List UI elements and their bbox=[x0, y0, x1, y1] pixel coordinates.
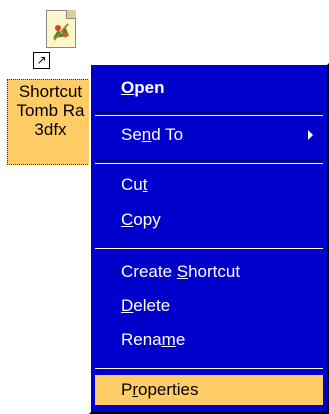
context-menu: Open Send To Cut Copy Create Shortcut De… bbox=[89, 63, 329, 414]
menu-item-mnemonic: O bbox=[121, 78, 135, 97]
menu-item-label: operties bbox=[138, 380, 199, 399]
menu-item-mnemonic: m bbox=[161, 330, 176, 349]
menu-item-label: Cu bbox=[121, 175, 143, 194]
menu-item-delete[interactable]: Delete bbox=[95, 291, 323, 321]
menu-item-copy[interactable]: Copy bbox=[95, 205, 323, 235]
menu-item-label: e bbox=[175, 330, 186, 349]
desktop-shortcut-icon[interactable]: ↗ Shortcut Tomb Ra 3dfx bbox=[0, 0, 95, 175]
menu-item-mnemonic: S bbox=[176, 262, 189, 281]
menu-item-send-to[interactable]: Send To bbox=[95, 120, 323, 150]
icon-label-line: 3dfx bbox=[34, 120, 67, 139]
menu-item-label: hortcut bbox=[188, 262, 241, 281]
menu-item-properties[interactable]: Properties bbox=[95, 375, 323, 405]
menu-item-mnemonic: t bbox=[142, 175, 148, 194]
menu-separator bbox=[95, 160, 323, 164]
menu-item-mnemonic: C bbox=[121, 210, 134, 229]
menu-item-rename[interactable]: Rename bbox=[95, 325, 323, 355]
menu-item-open[interactable]: Open bbox=[95, 73, 323, 103]
menu-item-create-shortcut[interactable]: Create Shortcut bbox=[95, 257, 323, 287]
icon-label-line: Shortcut bbox=[18, 82, 83, 101]
menu-item-label: pen bbox=[134, 78, 165, 97]
icon-label-line: Tomb Ra bbox=[16, 101, 85, 120]
menu-separator bbox=[95, 245, 323, 249]
menu-item-label: d To bbox=[151, 125, 184, 144]
menu-item-mnemonic: n bbox=[141, 125, 152, 144]
menu-item-mnemonic: D bbox=[121, 296, 134, 315]
file-fold-corner bbox=[66, 10, 76, 19]
menu-item-label: Rena bbox=[121, 330, 162, 349]
submenu-arrow-icon bbox=[308, 130, 313, 140]
menu-separator bbox=[95, 365, 323, 369]
menu-item-cut[interactable]: Cut bbox=[95, 170, 323, 200]
menu-separator bbox=[95, 112, 323, 116]
menu-item-label: P bbox=[121, 380, 133, 399]
game-art-icon bbox=[53, 23, 69, 41]
menu-item-label: elete bbox=[133, 296, 171, 315]
icon-label: Shortcut Tomb Ra 3dfx bbox=[7, 79, 94, 165]
shortcut-arrow-icon: ↗ bbox=[33, 52, 50, 69]
menu-item-label: Create bbox=[121, 262, 177, 281]
menu-item-label: opy bbox=[133, 210, 161, 229]
menu-item-label: Se bbox=[121, 125, 142, 144]
